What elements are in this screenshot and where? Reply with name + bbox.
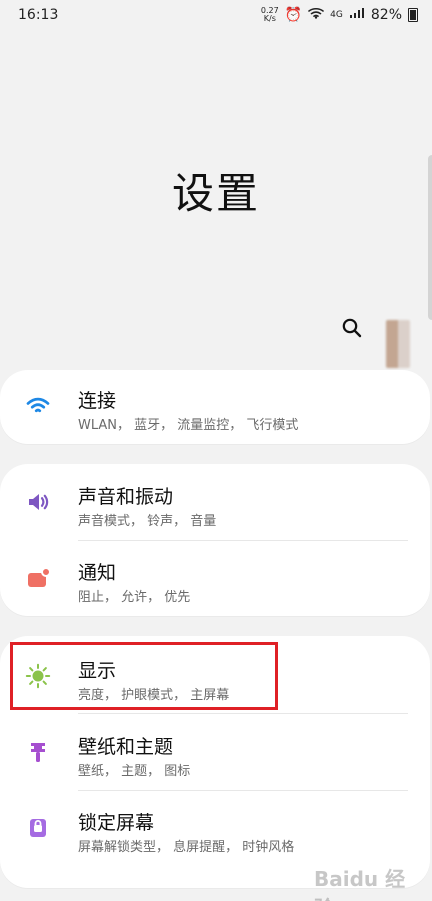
divider — [78, 790, 408, 791]
settings-item-lock-screen[interactable]: 锁定屏幕 屏幕解锁类型， 息屏提醒， 时钟风格 — [0, 792, 430, 864]
settings-item-label: 壁纸和主题 — [78, 736, 174, 758]
settings-item-subtitle: WLAN， 蓝牙， 流量监控， 飞行模式 — [78, 418, 299, 433]
notification-icon — [24, 564, 52, 592]
settings-group-sound-notifications: 声音和振动 声音模式， 铃声， 音量 通知 阻止， 允许， 优先 — [0, 464, 430, 616]
search-icon — [342, 318, 362, 338]
highlight-box — [10, 642, 278, 710]
status-time: 16:13 — [18, 7, 59, 23]
watermark: Baidu 经验 — [314, 867, 406, 901]
battery-percent: 82% — [370, 7, 402, 23]
divider — [78, 540, 408, 541]
status-icons: 0.27 K/s ⏰ 4G 82% — [261, 4, 418, 26]
page-title: 设置 — [171, 169, 260, 218]
settings-item-sound-vibration[interactable]: 声音和振动 声音模式， 铃声， 音量 — [0, 466, 430, 538]
settings-item-label: 声音和振动 — [78, 486, 174, 508]
status-bar: 16:13 0.27 K/s ⏰ 4G 82% — [0, 0, 432, 32]
settings-item-label: 通知 — [78, 562, 117, 584]
settings-item-label: 连接 — [78, 390, 117, 412]
wifi-status-icon — [308, 7, 324, 23]
network-speed: 0.27 K/s — [261, 7, 279, 23]
network-speed-unit: K/s — [263, 14, 276, 23]
settings-item-subtitle: 壁纸， 主题， 图标 — [78, 764, 191, 779]
settings-item-wallpaper-themes[interactable]: 壁纸和主题 壁纸， 主题， 图标 — [0, 716, 430, 788]
settings-item-label: 锁定屏幕 — [78, 812, 155, 834]
battery-icon — [408, 8, 418, 22]
speaker-icon — [24, 488, 52, 516]
settings-item-subtitle: 阻止， 允许， 优先 — [78, 590, 191, 605]
signal-icon — [349, 7, 365, 23]
wifi-icon — [24, 392, 52, 420]
settings-item-notifications[interactable]: 通知 阻止， 允许， 优先 — [0, 542, 430, 614]
network-type-label: 4G — [330, 10, 343, 20]
settings-item-subtitle: 屏幕解锁类型， 息屏提醒， 时钟风格 — [78, 840, 295, 855]
divider — [78, 713, 408, 714]
settings-screen: 16:13 0.27 K/s ⏰ 4G 82% 设置 连接 WLAN， 蓝牙， … — [0, 0, 432, 901]
brush-icon — [24, 738, 52, 766]
scroll-handle[interactable] — [428, 155, 432, 320]
settings-item-connections[interactable]: 连接 WLAN， 蓝牙， 流量监控， 飞行模式 — [0, 370, 430, 442]
lock-icon — [24, 814, 52, 842]
alarm-icon: ⏰ — [284, 7, 303, 23]
settings-item-subtitle: 声音模式， 铃声， 音量 — [78, 514, 217, 529]
avatar[interactable] — [386, 320, 410, 368]
search-button[interactable] — [340, 316, 364, 340]
settings-group-connections: 连接 WLAN， 蓝牙， 流量监控， 飞行模式 — [0, 370, 430, 444]
